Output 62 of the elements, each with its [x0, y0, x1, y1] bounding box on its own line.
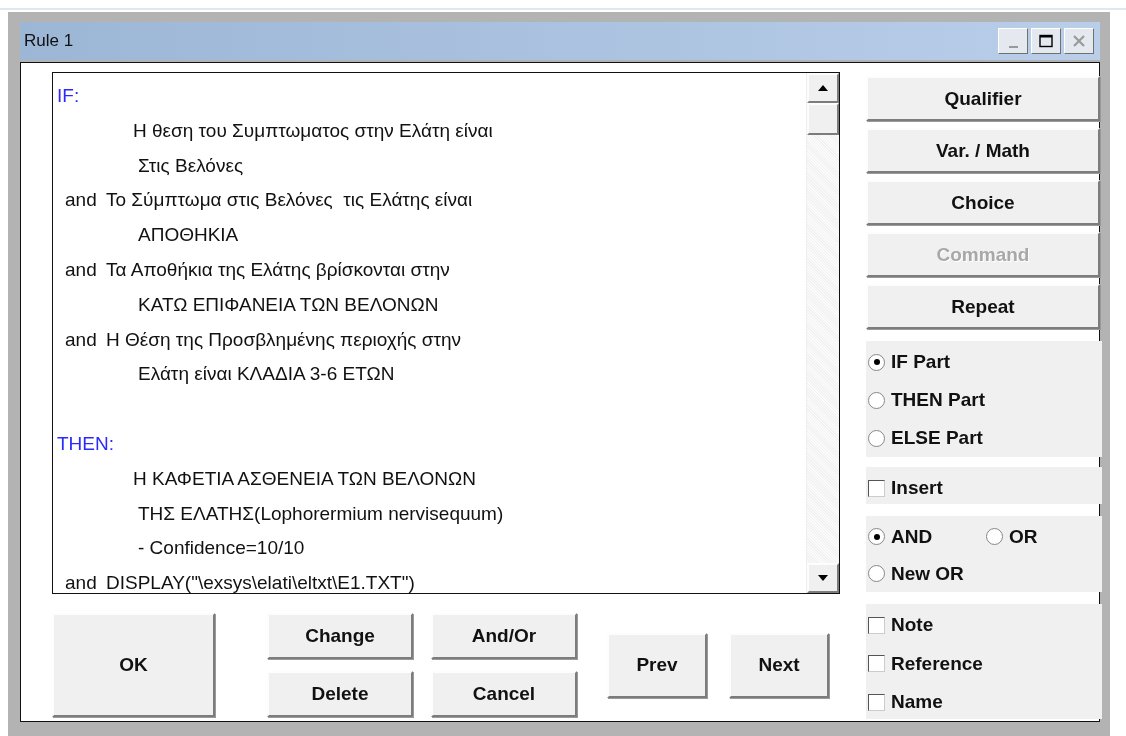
- checkbox-option[interactable]: Reference: [868, 644, 1102, 683]
- radio-icon[interactable]: [868, 565, 885, 582]
- clause-text: Στις Βελόνες: [137, 153, 244, 178]
- clause-text: ΑΠΟΘΗΚΙΑ: [137, 223, 239, 248]
- clause-text: Τα Αποθήκια της Ελάτης βρίσκονται στην: [106, 258, 450, 282]
- radio-option[interactable]: AND: [868, 518, 986, 555]
- maximize-icon: [1038, 34, 1054, 48]
- action-button[interactable]: OK: [52, 613, 215, 717]
- maximize-button[interactable]: [1031, 28, 1061, 54]
- scroll-down-button[interactable]: [807, 563, 839, 593]
- minimize-button[interactable]: [998, 28, 1028, 54]
- clause-text: Ελάτη είναι ΚΛΑΔΙΑ 3-6 ΕΤΩΝ: [137, 362, 395, 387]
- action-button[interactable]: Next: [729, 632, 829, 698]
- clause-text: - Confidence=10/10: [137, 536, 305, 561]
- scroll-thumb[interactable]: [807, 103, 839, 135]
- radio-option[interactable]: ELSE Part: [868, 419, 1102, 457]
- checkbox-option[interactable]: Insert: [868, 469, 1102, 507]
- radio-icon[interactable]: [868, 429, 885, 447]
- minimize-icon: [1008, 46, 1018, 48]
- clause-text: ΤΗΣ ΕΛΑΤΗΣ(Lophorermium nervisequum): [137, 501, 504, 526]
- checkbox-icon[interactable]: [868, 616, 885, 634]
- radio-option[interactable]: New OR: [868, 555, 986, 592]
- radio-icon[interactable]: [868, 391, 885, 409]
- up-arrow-icon: [817, 84, 829, 92]
- down-arrow-icon: [817, 574, 829, 582]
- checkbox-option[interactable]: Name: [868, 683, 1102, 722]
- side-button[interactable]: Choice: [866, 180, 1100, 225]
- action-button[interactable]: Prev: [607, 632, 707, 698]
- connector-text: and: [64, 571, 98, 593]
- radio-option[interactable]: THEN Part: [868, 381, 1102, 419]
- clause-text: Η θεση του Συμπτωματος στην Ελάτη είναι: [132, 118, 493, 143]
- action-button[interactable]: Cancel: [431, 671, 577, 717]
- action-button[interactable]: And/Or: [431, 613, 577, 659]
- action-button[interactable]: Delete: [267, 671, 413, 717]
- side-button[interactable]: Var. / Math: [866, 128, 1100, 173]
- close-icon: [1071, 34, 1087, 48]
- checkbox-icon[interactable]: [868, 655, 885, 673]
- radio-option[interactable]: IF Part: [868, 343, 1102, 381]
- connector-text: and: [64, 258, 98, 282]
- scroll-up-button[interactable]: [807, 73, 839, 103]
- radio-option[interactable]: OR: [986, 518, 1102, 555]
- checkbox-icon[interactable]: [868, 479, 885, 497]
- radio-icon[interactable]: [986, 528, 1003, 545]
- radio-icon[interactable]: [868, 528, 885, 545]
- window-title: Rule 1: [24, 31, 75, 51]
- radio-icon[interactable]: [868, 353, 885, 371]
- action-button[interactable]: Change: [267, 613, 413, 659]
- clause-text: Το Σύμπτωμα στις Βελόνες τις Ελάτης είναι: [106, 188, 473, 213]
- clause-text: Η ΚΑΦΕΤΙΑ ΑΣΘΕΝΕΙΑ ΤΩΝ ΒΕΛΟΝΩΝ: [132, 466, 476, 491]
- section-heading: THEN:: [57, 431, 114, 456]
- clause-text: ΚΑΤΩ ΕΠΙΦΑΝΕΙΑ ΤΩΝ ΒΕΛΟΝΩΝ: [137, 292, 439, 317]
- connector-text: and: [64, 327, 98, 352]
- clause-text: Η Θέση της Προσβλημένης περιοχής στην: [106, 327, 461, 352]
- checkbox-option[interactable]: Note: [868, 606, 1102, 645]
- section-heading: IF:: [57, 84, 80, 108]
- clause-text: DISPLAY("\exsys\elati\eltxt\E1.TXT"): [106, 571, 415, 593]
- checkbox-icon[interactable]: [868, 693, 885, 711]
- connector-text: and: [64, 188, 98, 213]
- side-button[interactable]: Repeat: [866, 284, 1100, 329]
- close-button[interactable]: [1064, 28, 1094, 54]
- scrollbar[interactable]: [806, 73, 839, 593]
- side-button[interactable]: Qualifier: [866, 76, 1100, 121]
